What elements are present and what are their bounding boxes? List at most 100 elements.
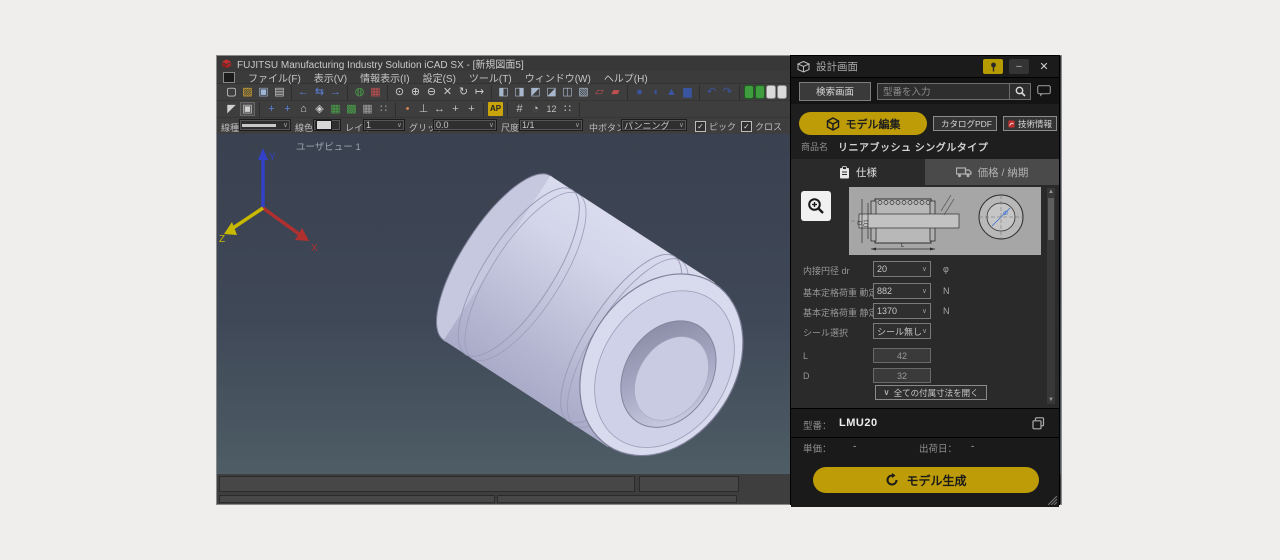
panel-titlebar[interactable]: 設計画面 – ✕ [791, 56, 1059, 78]
point-tool-icon[interactable]: • [400, 102, 415, 116]
search-icon [1015, 86, 1026, 97]
status-message-cell [219, 476, 635, 492]
ap-snap-mode-icon[interactable]: AP [488, 102, 503, 116]
cross-checkbox[interactable]: ✓ クロス [741, 120, 782, 133]
cylinder-light-1-icon[interactable] [766, 85, 776, 99]
pick-checkbox[interactable]: ✓ ピック [695, 120, 736, 133]
search-button[interactable] [1009, 84, 1030, 99]
forward-arrow-icon[interactable]: → [328, 85, 343, 99]
undo-icon[interactable]: ↶ [704, 85, 719, 99]
menu-item-1[interactable]: 表示(V) [314, 70, 347, 85]
view-cube-5-icon[interactable]: ◫ [560, 85, 575, 99]
menu-item-0[interactable]: ファイル(F) [248, 70, 301, 85]
menu-item-3[interactable]: 設定(S) [423, 70, 456, 85]
solid-sphere-icon[interactable]: ● [632, 85, 647, 99]
spec-dropdown[interactable]: シール無し∨ [873, 323, 931, 339]
back-arrow-icon[interactable]: ← [296, 85, 311, 99]
angle-snap-icon[interactable]: ◔ [528, 102, 543, 116]
line-color-button[interactable] [313, 119, 341, 131]
spec-dropdown[interactable]: 20∨ [873, 261, 931, 277]
product-name-label: 商品名 [801, 140, 828, 153]
scroll-down-icon[interactable]: ▼ [1047, 397, 1055, 403]
view-cube-3-icon[interactable]: ◩ [528, 85, 543, 99]
grid-dropdown[interactable]: 0.0∨ [433, 119, 497, 131]
grid-green-2-icon[interactable]: ▩ [344, 102, 359, 116]
view-3d-globe-icon[interactable]: ◍ [352, 85, 367, 99]
midpoint-icon[interactable]: + [448, 102, 463, 116]
snap-center-1-icon[interactable]: + [264, 102, 279, 116]
select-box-icon[interactable]: ▣ [240, 102, 255, 116]
scrollbar-thumb[interactable] [1048, 198, 1054, 240]
expand-dimensions-button[interactable]: ∨ 全ての付属寸法を開く [875, 385, 987, 400]
middle-button-label: 中ボタン [589, 121, 625, 134]
comment-icon[interactable] [1037, 85, 1051, 97]
convert-2d3d-icon[interactable]: ▦ [368, 85, 383, 99]
model-edit-button[interactable]: モデル編集 [799, 112, 927, 135]
menu-item-5[interactable]: ウィンドウ(W) [525, 70, 591, 85]
crosshair-snap-icon[interactable]: # [512, 102, 527, 116]
grid-arrow-icon[interactable]: ▦ [360, 102, 375, 116]
spec-dropdown[interactable]: 1370∨ [873, 303, 931, 319]
rotate-view-icon[interactable]: ↻ [456, 85, 471, 99]
zoom-out-icon[interactable]: ⊖ [424, 85, 439, 99]
search-screen-button[interactable]: 検索画面 [799, 82, 871, 101]
hatch-tool-icon[interactable]: ◈ [312, 102, 327, 116]
print-icon[interactable]: ▤ [272, 85, 287, 99]
view-cube-6-icon[interactable]: ▧ [576, 85, 591, 99]
numbered-grid-icon[interactable]: 12 [544, 102, 559, 116]
redo-icon[interactable]: ↷ [720, 85, 735, 99]
view-cube-2-icon[interactable]: ◨ [512, 85, 527, 99]
pan-view-icon[interactable]: ↦ [472, 85, 487, 99]
snap-center-2-icon[interactable]: + [280, 102, 295, 116]
mini-grid-icon[interactable]: ∷ [376, 102, 391, 116]
grid-green-1-icon[interactable]: ▦ [328, 102, 343, 116]
middle-button-dropdown[interactable]: パンニング∨ [621, 119, 687, 131]
view-cube-4-icon[interactable]: ◪ [544, 85, 559, 99]
dimension-drawing[interactable]: D D1 L dr [849, 187, 1041, 255]
tech-info-button[interactable]: 技術情報 [1003, 116, 1057, 131]
spec-dropdown[interactable]: 882∨ [873, 283, 931, 299]
solid-cone-icon[interactable]: ▲ [664, 85, 679, 99]
scale-dropdown[interactable]: 1/1∨ [519, 119, 583, 131]
line-type-dropdown[interactable]: ∨ [239, 119, 291, 131]
drawing-zoom-button[interactable] [801, 191, 831, 221]
cross-point-icon[interactable]: + [464, 102, 479, 116]
swap-view-icon[interactable]: ⇆ [312, 85, 327, 99]
new-file-icon[interactable]: ▢ [224, 85, 239, 99]
pin-button[interactable] [983, 59, 1003, 74]
solid-block-icon[interactable]: ▆ [680, 85, 695, 99]
dot-grid-icon[interactable]: ∷ [560, 102, 575, 116]
model-number-input[interactable]: 型番を入力 [877, 83, 1031, 100]
perpendicular-point-icon[interactable]: ⊥ [416, 102, 431, 116]
cylinder-green-2-icon[interactable] [755, 85, 765, 99]
tab-spec[interactable]: 仕様 [791, 159, 925, 185]
solid-edit-2-icon[interactable]: ▰ [608, 85, 623, 99]
minimize-button[interactable]: – [1009, 59, 1029, 74]
zoom-in-icon[interactable]: ⊕ [408, 85, 423, 99]
open-folder-icon[interactable]: ▨ [240, 85, 255, 99]
close-button[interactable]: ✕ [1035, 59, 1053, 74]
vertical-scrollbar[interactable]: ▲ ▼ [1046, 187, 1056, 405]
polygon-tool-icon[interactable]: ⌂ [296, 102, 311, 116]
cylinder-green-1-icon[interactable] [744, 85, 754, 99]
menu-item-6[interactable]: ヘルプ(H) [604, 70, 648, 85]
save-icon[interactable]: ▣ [256, 85, 271, 99]
horizontal-point-icon[interactable]: ↔ [432, 102, 447, 116]
zoom-window-icon[interactable]: ✕ [440, 85, 455, 99]
layer-dropdown[interactable]: 1∨ [363, 119, 405, 131]
solid-edit-1-icon[interactable]: ▱ [592, 85, 607, 99]
resize-grip[interactable] [1048, 496, 1057, 505]
system-menu-icon[interactable] [223, 72, 235, 83]
menu-item-4[interactable]: ツール(T) [469, 70, 512, 85]
copy-icon[interactable] [1032, 417, 1045, 430]
catalog-pdf-button[interactable]: カタログPDF [933, 116, 997, 131]
select-cursor-icon[interactable]: ◤ [224, 102, 239, 116]
zoom-icon[interactable]: ⊙ [392, 85, 407, 99]
menu-item-2[interactable]: 情報表示(I) [360, 70, 409, 85]
cylinder-light-2-icon[interactable] [777, 85, 787, 99]
model-generate-button[interactable]: モデル生成 [813, 467, 1039, 493]
view-cube-1-icon[interactable]: ◧ [496, 85, 511, 99]
scroll-up-icon[interactable]: ▲ [1047, 189, 1055, 195]
tab-price-delivery[interactable]: 価格 / 納期 [925, 159, 1059, 185]
solid-blob-icon[interactable]: ◖ [648, 85, 663, 99]
